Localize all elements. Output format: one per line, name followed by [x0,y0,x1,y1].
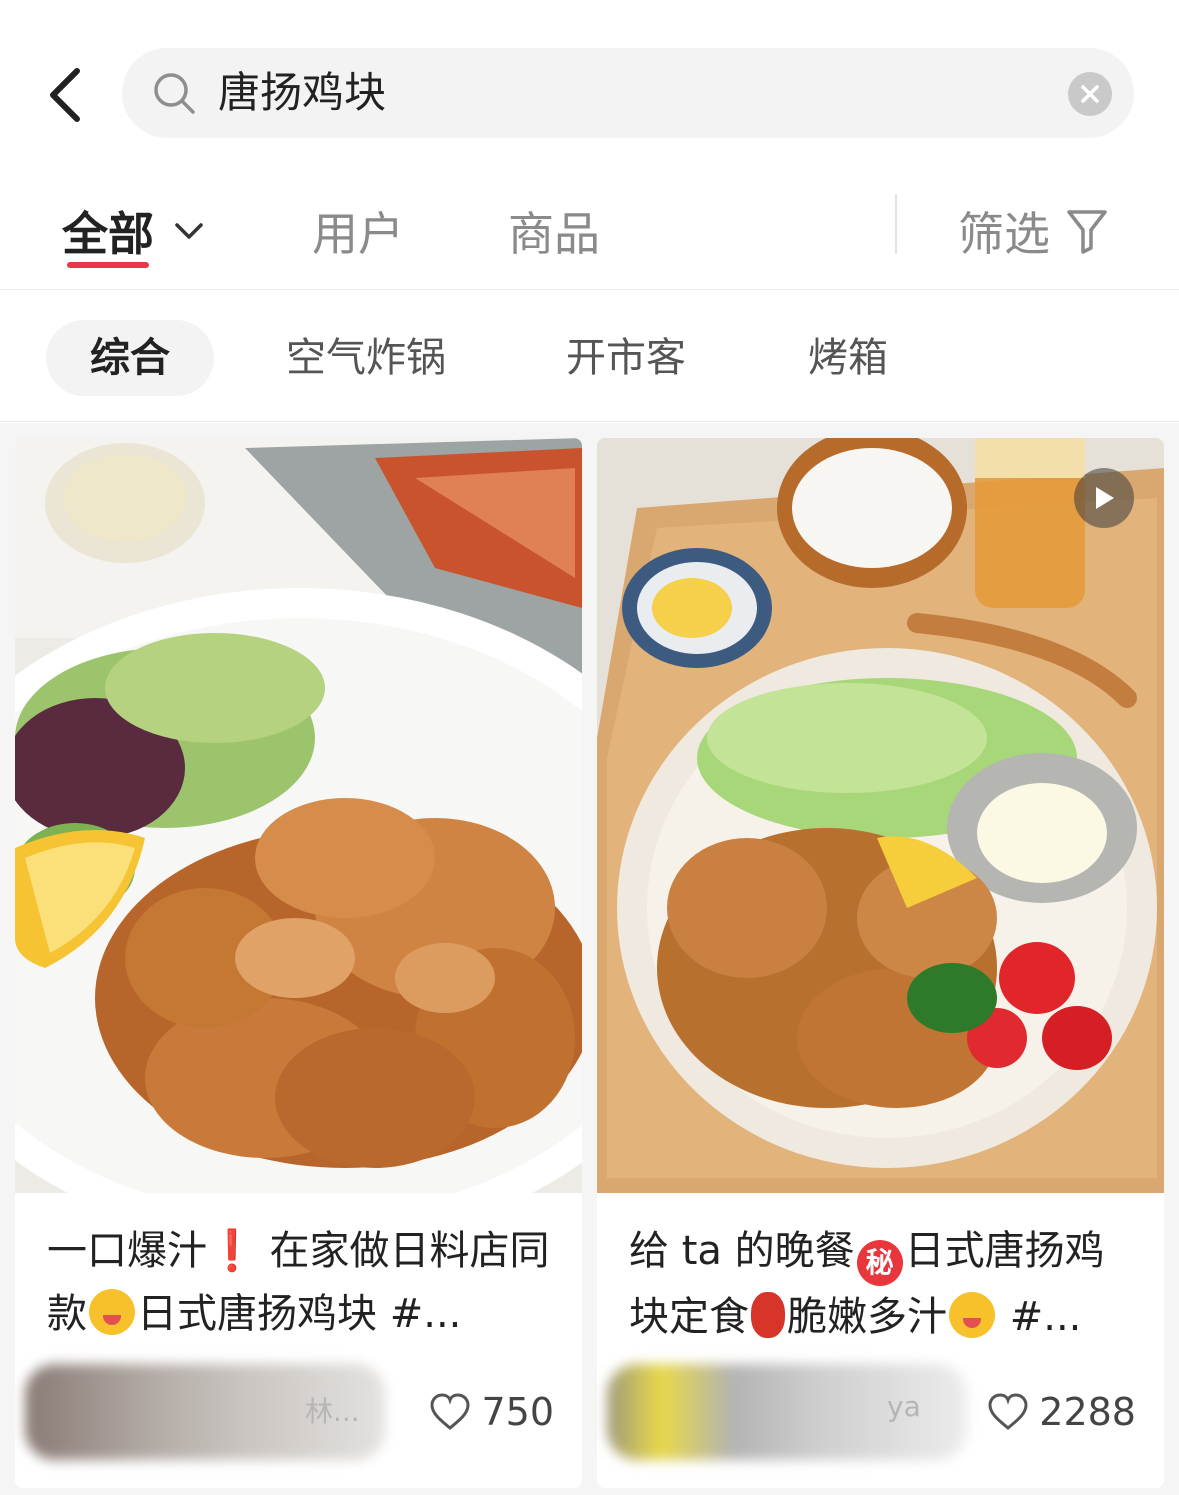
like-button[interactable]: 2288 [987,1390,1136,1434]
author-name[interactable]: 林... [305,1390,360,1430]
tab-divider [895,194,897,254]
tab-all-label: 全部 [62,207,154,261]
note-title: 一口爆汁❗ 在家做日料店同款 日式唐扬鸡块 #... [47,1220,557,1346]
filter-button[interactable]: 筛选 [958,198,1108,264]
note-footer: ya 2288 [597,1350,1164,1470]
author-name[interactable]: ya [887,1390,921,1423]
like-count: 750 [481,1390,554,1434]
note-card[interactable]: 给 ta 的晚餐秘日式唐扬鸡块定食 脆嫩多汁 #... ya 2288 [597,438,1164,1488]
note-cover-image [597,438,1164,1193]
note-title-text: 给 ta 的晚餐 [629,1228,855,1274]
exclamation-icon: ❗ [207,1228,257,1274]
note-title-text: #... [997,1294,1082,1340]
note-card[interactable]: 一口爆汁❗ 在家做日料店同款 日式唐扬鸡块 #... 林... 750 [15,438,582,1488]
category-chips: 综合 空气炸锅 开市客 烤箱 [0,290,1179,422]
lantern-emoji-icon [751,1292,785,1338]
note-cover-image [15,438,582,1193]
heart-icon [988,1393,1028,1430]
chevron-down-icon [175,223,203,239]
clear-search-button[interactable] [1068,72,1112,116]
yum-emoji-icon [949,1292,995,1338]
yum-emoji-icon [89,1289,135,1335]
heart-icon [430,1393,470,1430]
result-tabs: 全部 用户 商品 筛选 [0,170,1179,290]
like-button[interactable]: 750 [429,1390,554,1434]
search-bar[interactable] [122,48,1134,138]
secret-emoji-icon: 秘 [856,1240,903,1286]
chip-air-fryer[interactable]: 空气炸锅 [286,320,446,396]
back-arrow-icon [50,68,80,122]
filter-label: 筛选 [958,207,1050,261]
active-tab-indicator [67,262,149,268]
tab-users[interactable]: 用户 [312,198,404,264]
note-title-text: 脆嫩多汁 [787,1294,947,1340]
search-header [0,0,1179,170]
play-icon [1096,487,1114,509]
video-play-indicator [1074,468,1134,528]
like-count: 2288 [1039,1390,1136,1434]
note-title-text: 一口爆汁 [47,1228,207,1274]
search-icon [154,73,195,114]
chip-oven[interactable]: 烤箱 [808,320,888,396]
results-feed: 一口爆汁❗ 在家做日料店同款 日式唐扬鸡块 #... 林... 750 给 ta… [0,423,1179,1495]
note-footer: 林... 750 [15,1350,582,1470]
note-title: 给 ta 的晚餐秘日式唐扬鸡块定食 脆嫩多汁 #... [629,1220,1139,1349]
search-input[interactable] [218,48,1038,138]
tab-all[interactable]: 全部 [62,198,204,264]
note-title-text: 日式唐扬鸡块 #... [137,1291,462,1337]
chip-comprehensive[interactable]: 综合 [46,320,214,396]
chip-costco[interactable]: 开市客 [566,320,686,396]
tab-goods[interactable]: 商品 [508,198,600,264]
filter-icon [1067,210,1107,254]
back-button[interactable] [40,60,90,130]
clear-icon [1081,85,1099,103]
